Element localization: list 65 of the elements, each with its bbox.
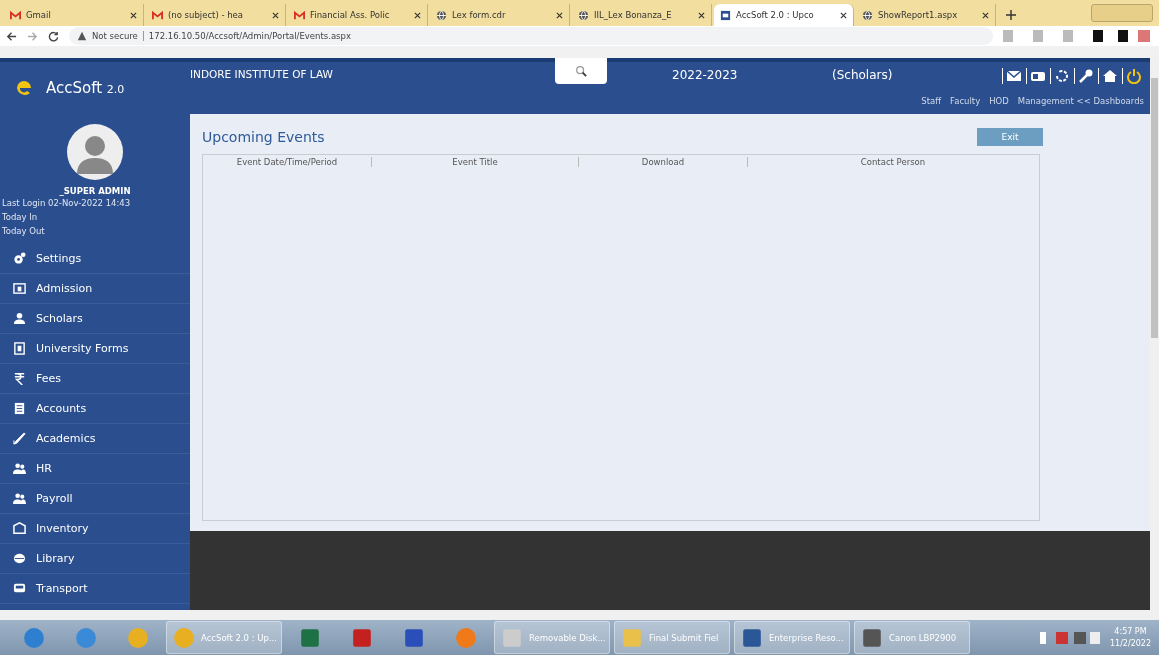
role-label: (Scholars) bbox=[832, 68, 893, 82]
menu-item[interactable]: Admission bbox=[0, 274, 190, 304]
close-icon[interactable] bbox=[840, 11, 847, 19]
person-icon bbox=[13, 312, 26, 325]
people-icon bbox=[13, 492, 26, 505]
globe-icon bbox=[436, 9, 447, 21]
pen-icon bbox=[13, 432, 26, 445]
reload-icon[interactable] bbox=[48, 30, 59, 42]
home-icon[interactable] bbox=[1098, 68, 1118, 84]
key-icon[interactable] bbox=[1074, 68, 1094, 84]
mail-icon bbox=[294, 9, 305, 21]
mail-icon bbox=[152, 9, 163, 21]
card-icon bbox=[13, 282, 26, 295]
search-button[interactable] bbox=[555, 58, 607, 84]
gear-icon bbox=[13, 252, 26, 265]
avatar-silhouette bbox=[67, 124, 123, 180]
url-text: 172.16.10.50/Accsoft/Admin/Portal/Events.aspx bbox=[142, 31, 351, 41]
dashboard-link[interactable]: Faculty bbox=[950, 96, 981, 106]
tray-icons-drawing[interactable] bbox=[1039, 631, 1100, 644]
warning-icon bbox=[77, 31, 87, 41]
menu-item[interactable]: University Forms bbox=[0, 334, 190, 364]
address-field[interactable]: Not secure 172.16.10.50/Accsoft/Admin/Portal/Events.aspx bbox=[69, 27, 993, 45]
institute-name: INDORE INSTITUTE OF LAW bbox=[190, 68, 333, 80]
user-name: _SUPER ADMIN bbox=[58, 186, 132, 196]
dashboard-link[interactable]: Management << Dashboards bbox=[1017, 96, 1144, 106]
ledger-icon bbox=[13, 402, 26, 415]
close-icon[interactable] bbox=[414, 11, 421, 19]
dashboard-link[interactable]: Staff bbox=[921, 96, 942, 106]
menu-item[interactable]: Transport bbox=[0, 574, 190, 604]
close-icon[interactable] bbox=[982, 11, 989, 19]
app-icon bbox=[720, 9, 731, 21]
globe-icon bbox=[578, 9, 589, 21]
people-icon bbox=[13, 462, 26, 475]
doc-icon bbox=[13, 342, 26, 355]
last-login: Last Login 02-Nov-2022 14:43 bbox=[1, 197, 132, 210]
today-out: Today Out bbox=[1, 225, 46, 238]
page-title: Upcoming Events bbox=[202, 129, 325, 145]
scrollbar[interactable] bbox=[0, 610, 1159, 620]
power-icon[interactable] bbox=[1122, 68, 1142, 84]
logo-icon bbox=[14, 80, 34, 96]
browser-tab[interactable]: AccSoft 2.0 : Upco bbox=[714, 4, 854, 26]
search-icon bbox=[575, 65, 587, 77]
session-year: 2022-2023 bbox=[672, 68, 738, 82]
security-label: Not secure bbox=[92, 31, 138, 41]
mail-icon[interactable] bbox=[1002, 68, 1022, 84]
menu-item[interactable]: Accounts bbox=[0, 394, 190, 424]
refresh-icon[interactable] bbox=[1050, 68, 1070, 84]
back-icon[interactable] bbox=[6, 30, 17, 42]
globe-icon bbox=[862, 9, 873, 21]
close-icon[interactable] bbox=[130, 11, 137, 19]
clock: 4:57 PM 11/2/2022 bbox=[1109, 625, 1151, 650]
close-icon[interactable] bbox=[698, 11, 705, 19]
new-tab-icon[interactable] bbox=[1006, 10, 1016, 20]
column-header: Event Date/Time/Period bbox=[203, 157, 372, 167]
column-header: Contact Person bbox=[859, 157, 927, 167]
mail-icon bbox=[10, 9, 21, 21]
column-header: Download bbox=[579, 157, 748, 167]
card-icon[interactable] bbox=[1026, 68, 1046, 84]
column-header: Event Title bbox=[372, 157, 579, 167]
rupee-icon bbox=[13, 372, 26, 385]
close-icon[interactable] bbox=[272, 11, 279, 19]
dashboard-link[interactable]: HOD bbox=[989, 96, 1009, 106]
today-in: Today In bbox=[1, 211, 39, 224]
app-logo: AccSoft 2.0 bbox=[46, 79, 125, 97]
close-icon[interactable] bbox=[556, 11, 563, 19]
